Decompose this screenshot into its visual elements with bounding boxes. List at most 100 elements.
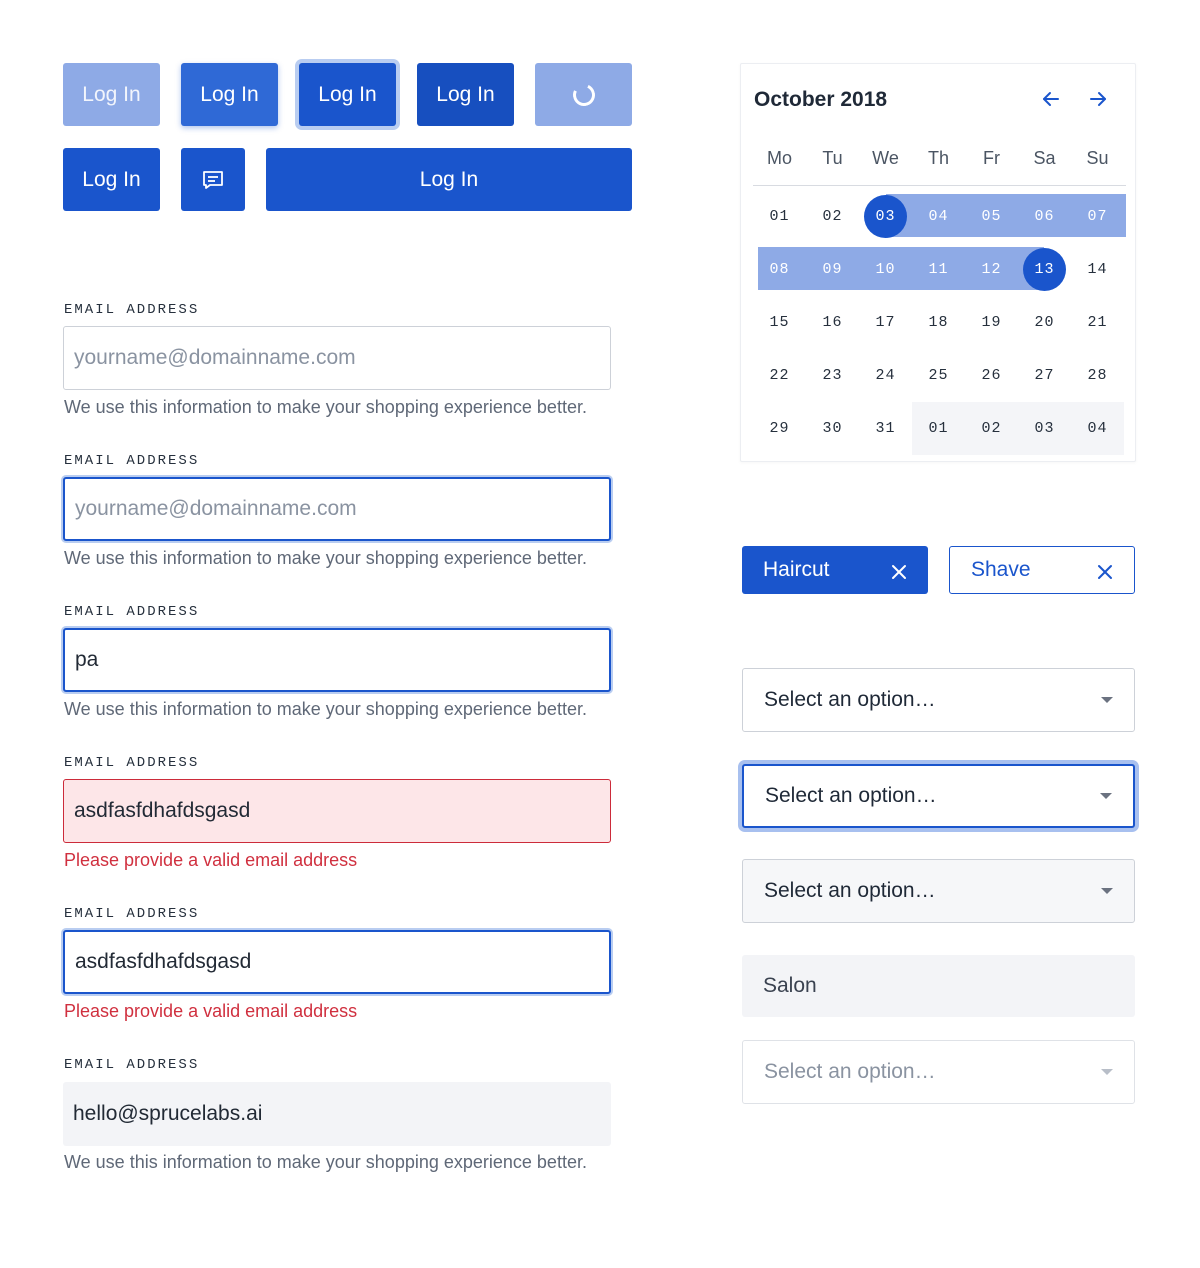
calendar-day[interactable]: 07 bbox=[1071, 190, 1124, 243]
select-readonly: Salon bbox=[742, 955, 1135, 1017]
calendar-week: 22 23 24 25 26 27 28 bbox=[753, 349, 1126, 402]
calendar-day[interactable]: 21 bbox=[1071, 296, 1124, 349]
calendar-week: 08 09 10 11 12 13 14 bbox=[753, 243, 1126, 296]
caret-down-icon bbox=[1101, 697, 1113, 703]
calendar-day[interactable]: 30 bbox=[806, 402, 859, 455]
calendar-day[interactable]: 11 bbox=[912, 243, 965, 296]
weekday-label: Tu bbox=[822, 148, 843, 168]
message-icon-button[interactable] bbox=[181, 148, 245, 211]
next-month-button[interactable] bbox=[1083, 84, 1113, 114]
email-label: EMAIL ADDRESS bbox=[64, 906, 200, 922]
calendar-day[interactable]: 19 bbox=[965, 296, 1018, 349]
calendar-week: 01 02 03 04 05 06 07 bbox=[753, 190, 1126, 243]
calendar-day[interactable]: 25 bbox=[912, 349, 965, 402]
email-error-text: Please provide a valid email address bbox=[64, 1001, 358, 1021]
calendar-day[interactable]: 01 bbox=[753, 190, 806, 243]
email-help-text: We use this information to make your sho… bbox=[64, 699, 587, 719]
weekday-label: Sa bbox=[1033, 148, 1056, 168]
select-value: Select an option… bbox=[765, 784, 937, 807]
email-field-error-focused[interactable] bbox=[63, 930, 611, 994]
calendar-day-range-end[interactable]: 13 bbox=[1018, 243, 1071, 296]
arrow-left-icon bbox=[1043, 92, 1059, 106]
select-value: Select an option… bbox=[764, 688, 936, 711]
calendar-day[interactable]: 28 bbox=[1071, 349, 1124, 402]
calendar-week: 29 30 31 01 02 03 04 bbox=[753, 402, 1126, 455]
calendar-weekdays: Mo Tu We Th Fr Sa Su bbox=[753, 148, 1126, 169]
tag-shave: Shave bbox=[949, 546, 1135, 594]
email-field-disabled[interactable] bbox=[63, 1082, 611, 1146]
calendar-day[interactable]: 14 bbox=[1071, 243, 1124, 296]
email-error-text: Please provide a valid email address bbox=[64, 850, 358, 870]
login-button-loading[interactable] bbox=[535, 63, 632, 126]
calendar-day-next-month[interactable]: 03 bbox=[1018, 402, 1071, 455]
chat-icon bbox=[203, 170, 223, 189]
spinner-icon bbox=[569, 80, 598, 109]
close-icon[interactable] bbox=[1097, 562, 1113, 579]
calendar-day[interactable]: 12 bbox=[965, 243, 1018, 296]
login-button-small[interactable]: Log In bbox=[63, 148, 160, 211]
login-button-disabled[interactable]: Log In bbox=[63, 63, 160, 126]
calendar-day[interactable]: 20 bbox=[1018, 296, 1071, 349]
weekday-label: We bbox=[872, 148, 899, 168]
calendar-day-next-month[interactable]: 04 bbox=[1071, 402, 1124, 455]
calendar-day[interactable]: 10 bbox=[859, 243, 912, 296]
email-help-text: We use this information to make your sho… bbox=[64, 548, 587, 568]
weekday-label: Mo bbox=[766, 148, 792, 168]
email-label: EMAIL ADDRESS bbox=[64, 755, 200, 771]
caret-down-icon bbox=[1100, 793, 1112, 799]
prev-month-button[interactable] bbox=[1036, 84, 1066, 114]
calendar-day[interactable]: 31 bbox=[859, 402, 912, 455]
calendar-day-range-start[interactable]: 03 bbox=[859, 190, 912, 243]
login-button-hover[interactable]: Log In bbox=[181, 63, 278, 126]
close-icon[interactable] bbox=[891, 562, 907, 579]
calendar-day[interactable]: 23 bbox=[806, 349, 859, 402]
select-dropdown-focused[interactable]: Select an option… bbox=[742, 764, 1135, 828]
login-button-focus[interactable]: Log In bbox=[299, 63, 396, 126]
caret-down-icon bbox=[1101, 1069, 1113, 1075]
calendar-day[interactable]: 08 bbox=[753, 243, 806, 296]
login-button-wide[interactable]: Log In bbox=[266, 148, 632, 211]
email-label: EMAIL ADDRESS bbox=[64, 604, 200, 620]
select-dropdown-disabled[interactable]: Select an option… bbox=[742, 1040, 1135, 1104]
email-field-error[interactable] bbox=[63, 779, 611, 843]
calendar-divider bbox=[753, 185, 1126, 186]
email-field-focused[interactable] bbox=[63, 477, 611, 541]
calendar-grid: 01 02 03 04 05 06 07 08 09 10 11 12 13 1… bbox=[753, 190, 1126, 455]
calendar-day[interactable]: 26 bbox=[965, 349, 1018, 402]
calendar-day[interactable]: 15 bbox=[753, 296, 806, 349]
select-value: Salon bbox=[763, 974, 817, 997]
calendar-day[interactable]: 02 bbox=[806, 190, 859, 243]
weekday-label: Th bbox=[927, 148, 949, 168]
select-value: Select an option… bbox=[764, 1060, 936, 1083]
weekday-label: Su bbox=[1086, 148, 1109, 168]
calendar-day[interactable]: 09 bbox=[806, 243, 859, 296]
email-help-text: We use this information to make your sho… bbox=[64, 1152, 587, 1172]
calendar-day-next-month[interactable]: 01 bbox=[912, 402, 965, 455]
tag-haircut: Haircut bbox=[742, 546, 928, 594]
email-field-typing[interactable] bbox=[63, 628, 611, 692]
email-field[interactable] bbox=[63, 326, 611, 390]
calendar-day[interactable]: 05 bbox=[965, 190, 1018, 243]
calendar-week: 15 16 17 18 19 20 21 bbox=[753, 296, 1126, 349]
email-label: EMAIL ADDRESS bbox=[64, 302, 200, 318]
calendar-day[interactable]: 16 bbox=[806, 296, 859, 349]
email-help-text: We use this information to make your sho… bbox=[64, 397, 587, 417]
tag-label: Shave bbox=[971, 558, 1031, 581]
calendar-day[interactable]: 24 bbox=[859, 349, 912, 402]
select-dropdown[interactable]: Select an option… bbox=[742, 668, 1135, 732]
select-dropdown-hover[interactable]: Select an option… bbox=[742, 859, 1135, 923]
calendar-day[interactable]: 06 bbox=[1018, 190, 1071, 243]
weekday-label: Fr bbox=[983, 148, 1000, 168]
calendar-day[interactable]: 22 bbox=[753, 349, 806, 402]
tag-label: Haircut bbox=[763, 558, 830, 581]
calendar-day[interactable]: 27 bbox=[1018, 349, 1071, 402]
calendar-month-title: October 2018 bbox=[754, 88, 888, 111]
calendar-day[interactable]: 18 bbox=[912, 296, 965, 349]
arrow-right-icon bbox=[1090, 92, 1106, 106]
calendar-day-next-month[interactable]: 02 bbox=[965, 402, 1018, 455]
calendar-day[interactable]: 29 bbox=[753, 402, 806, 455]
calendar-day[interactable]: 04 bbox=[912, 190, 965, 243]
caret-down-icon bbox=[1101, 888, 1113, 894]
calendar-day[interactable]: 17 bbox=[859, 296, 912, 349]
login-button-active[interactable]: Log In bbox=[417, 63, 514, 126]
